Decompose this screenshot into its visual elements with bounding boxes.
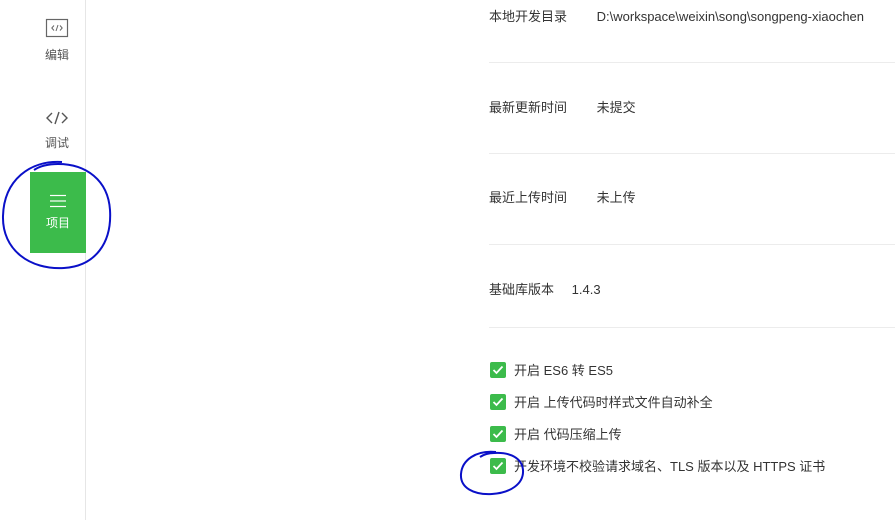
option-skip-domain-check[interactable]: 开发环境不校验请求域名、TLS 版本以及 HTTPS 证书: [490, 456, 825, 475]
sidebar-item-edit[interactable]: 编辑: [29, 18, 85, 63]
option-label: 开启 ES6 转 ES5: [514, 363, 613, 378]
sidebar-item-project[interactable]: 项目: [30, 172, 86, 253]
menu-lines-icon: [49, 194, 67, 208]
info-row-local-dir: 本地开发目录 D:\workspace\weixin\song\songpeng…: [489, 6, 895, 25]
info-value: 未上传: [596, 190, 636, 205]
project-panel: 本地开发目录 D:\workspace\weixin\song\songpeng…: [86, 0, 895, 520]
sidebar-item-debug[interactable]: 调试: [29, 110, 85, 151]
info-row-last-update: 最新更新时间 未提交: [489, 97, 895, 116]
info-row-lib-version: 基础库版本 1.4.3: [489, 279, 895, 298]
sidebar-item-label: 调试: [44, 136, 69, 150]
checkbox-checked-icon[interactable]: [490, 425, 506, 442]
option-label: 开发环境不校验请求域名、TLS 版本以及 HTTPS 证书: [514, 459, 826, 474]
info-row-last-upload: 最近上传时间 未上传: [489, 187, 895, 206]
sidebar-item-label: 编辑: [44, 48, 69, 62]
checkbox-checked-icon[interactable]: [490, 361, 506, 378]
devtools-window: 编辑 调试 项目 本地开发目录 D:\workspace\weixin\song…: [0, 0, 895, 520]
code-brackets-icon: [45, 110, 69, 126]
option-style-autoprefix[interactable]: 开启 上传代码时样式文件自动补全: [490, 392, 713, 411]
info-label: 本地开发目录: [489, 9, 568, 24]
info-value: 1.4.3: [571, 282, 601, 297]
divider: [489, 327, 895, 328]
info-label: 最近上传时间: [489, 190, 568, 205]
option-label: 开启 代码压缩上传: [514, 427, 622, 442]
checkbox-checked-icon[interactable]: [490, 393, 506, 410]
info-value: D:\workspace\weixin\song\songpeng-xiaoch…: [596, 9, 865, 24]
info-value: 未提交: [596, 100, 636, 115]
sidebar: 编辑 调试 项目: [0, 0, 86, 520]
option-minify-upload[interactable]: 开启 代码压缩上传: [490, 424, 622, 443]
divider: [489, 244, 895, 245]
option-es6-to-es5[interactable]: 开启 ES6 转 ES5: [490, 360, 613, 379]
divider: [489, 153, 895, 154]
info-label: 基础库版本: [489, 282, 555, 297]
code-file-icon: [45, 18, 69, 38]
option-label: 开启 上传代码时样式文件自动补全: [514, 395, 713, 410]
info-label: 最新更新时间: [489, 100, 568, 115]
divider: [489, 62, 895, 63]
sidebar-item-label: 项目: [45, 216, 70, 230]
checkbox-checked-icon[interactable]: [490, 457, 506, 474]
